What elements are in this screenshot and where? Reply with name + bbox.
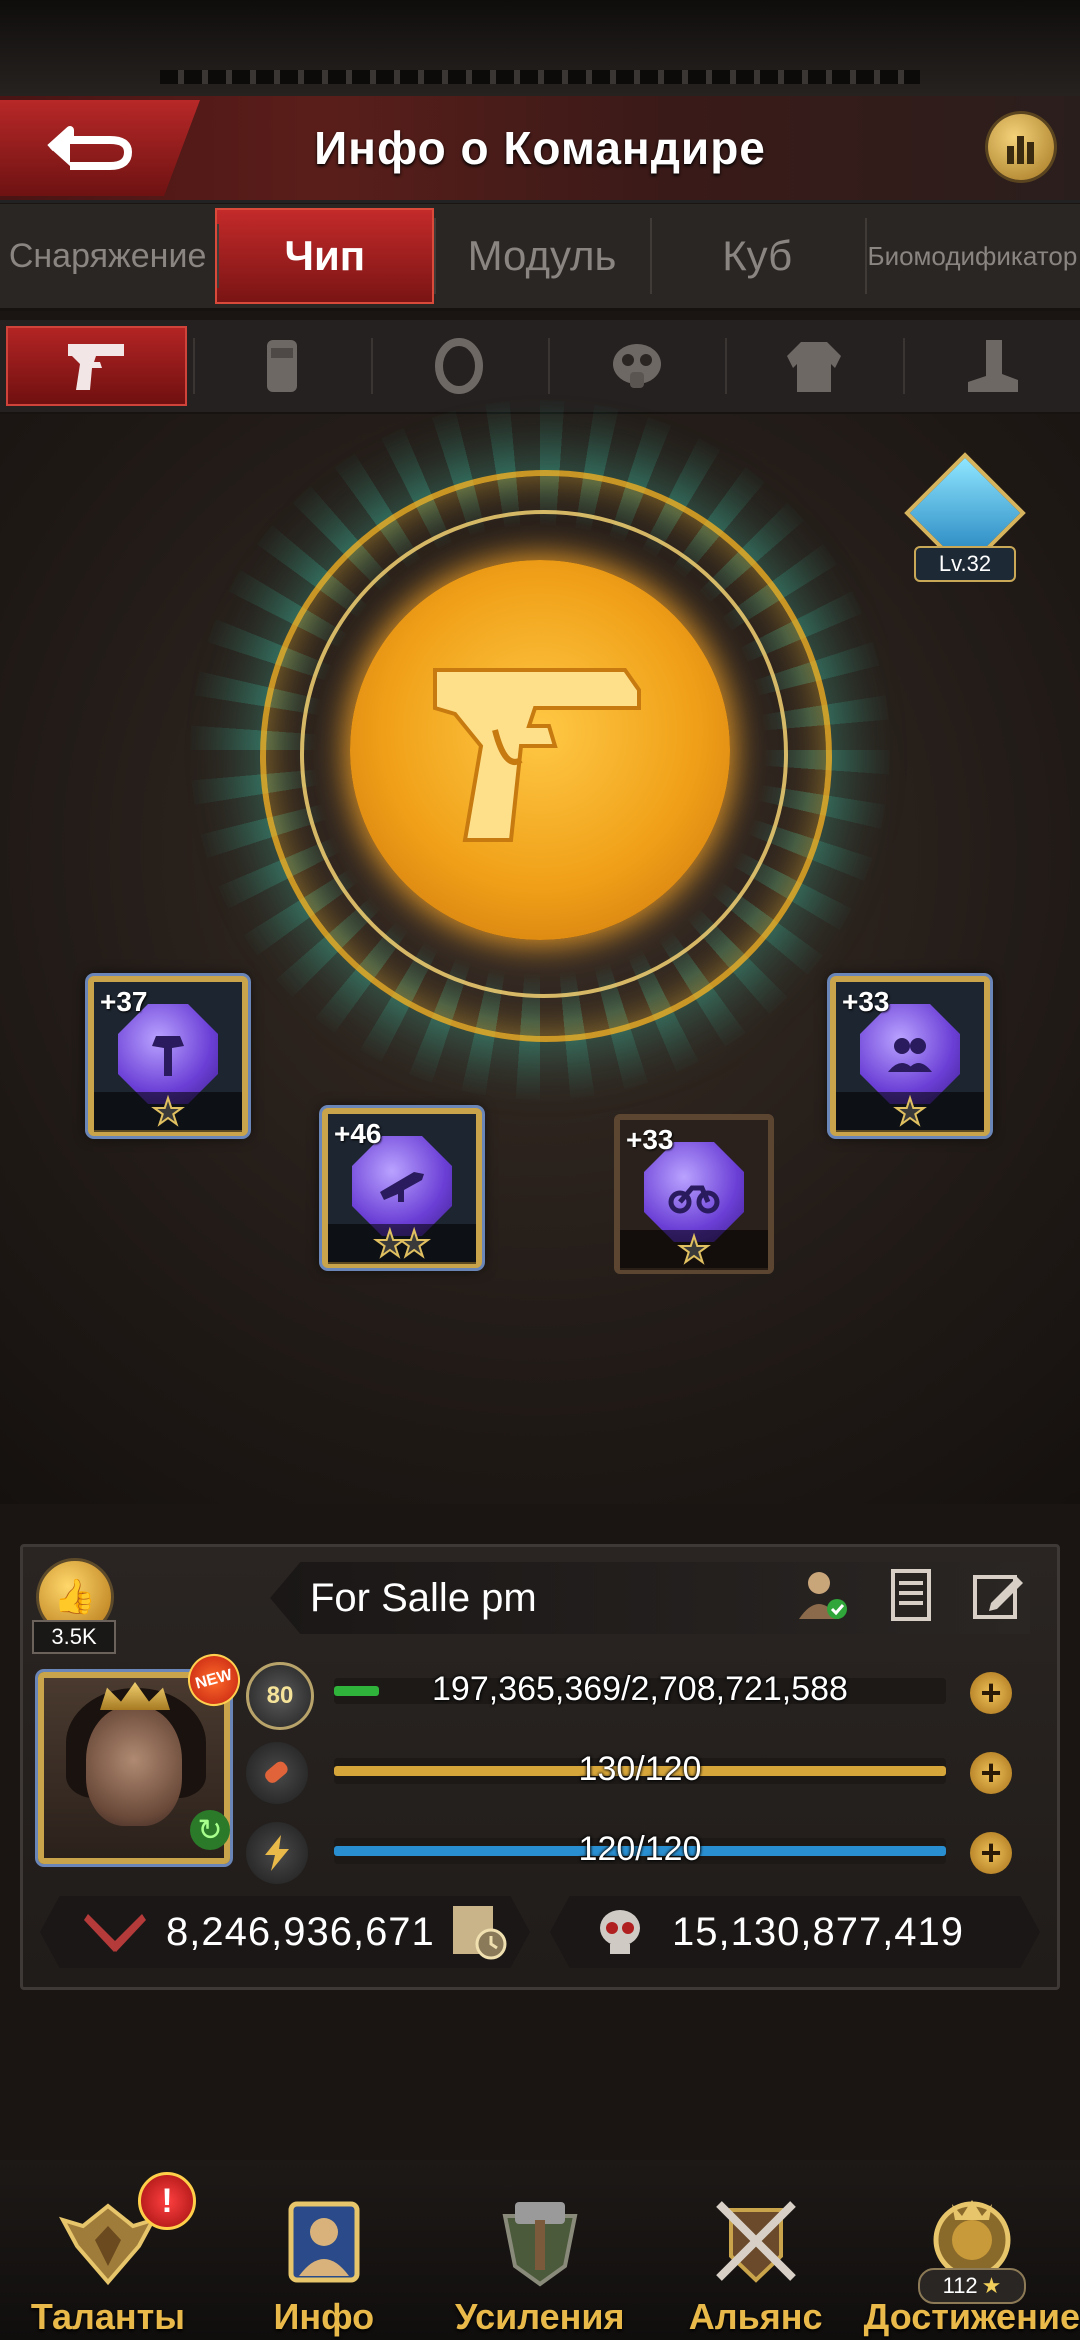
star-icon: ★ xyxy=(677,1229,711,1270)
group-icon xyxy=(860,1004,960,1104)
chip-slot[interactable]: +33 ★ xyxy=(830,976,990,1136)
jacket-icon xyxy=(786,342,841,392)
page-title: Инфо о Командире xyxy=(314,122,766,174)
energy-row: 120/120 + xyxy=(246,1822,1036,1884)
nav-alliance[interactable]: Альянс xyxy=(648,2180,864,2340)
tab-equipment[interactable]: Снаряжение xyxy=(0,204,215,308)
add-exp-button[interactable]: + xyxy=(970,1672,1012,1714)
rifle-icon xyxy=(352,1136,452,1236)
nav-label: Усиления xyxy=(454,2296,625,2337)
stats-button[interactable] xyxy=(988,114,1054,180)
profile-check-button[interactable] xyxy=(790,1562,856,1628)
tab-cube[interactable]: Куб xyxy=(649,204,865,308)
alert-badge: ! xyxy=(138,2172,196,2230)
report-clock-icon xyxy=(452,1906,507,1960)
nav-achievements[interactable]: Достижение xyxy=(864,2180,1080,2340)
add-stamina-button[interactable]: + xyxy=(970,1752,1012,1794)
chip-level: +37 xyxy=(100,986,148,1017)
hammer-shield-icon xyxy=(485,2186,595,2296)
nav-label: Инфо xyxy=(273,2296,375,2337)
nav-label: Альянс xyxy=(688,2296,823,2337)
hammer-icon xyxy=(118,1004,218,1104)
star-icon: ★ xyxy=(981,2273,1002,2298)
ring-icon xyxy=(435,338,484,394)
slot-gas-mask[interactable] xyxy=(547,320,725,412)
chip-slot[interactable]: +46 ★ ★ xyxy=(322,1108,482,1268)
crossed-swords-icon xyxy=(701,2186,811,2296)
chip-slot[interactable]: +37 ★ xyxy=(88,976,248,1136)
nav-label: Таланты xyxy=(30,2296,186,2337)
player-name: For Salle pm xyxy=(310,1575,537,1620)
chip-level: +46 xyxy=(334,1118,382,1149)
star-icon: ★ xyxy=(397,1223,431,1264)
chip-stars: ★ xyxy=(620,1230,768,1270)
slot-boot[interactable] xyxy=(902,320,1080,412)
level-badge: 80 xyxy=(246,1662,314,1730)
tab-chip[interactable]: Чип xyxy=(215,208,435,304)
lightning-icon xyxy=(246,1822,308,1884)
tab-label: Биомодификатор xyxy=(867,240,1078,271)
back-arrow-icon xyxy=(47,126,132,170)
kills-stat[interactable]: 15,130,877,419 xyxy=(550,1896,1040,1968)
tab-label: Снаряжение xyxy=(8,236,207,275)
nav-info[interactable]: Инфо xyxy=(216,2180,432,2340)
bar-chart-icon xyxy=(1007,136,1034,164)
slot-jacket[interactable] xyxy=(725,320,902,412)
slot-vest[interactable] xyxy=(193,320,370,412)
chip-stars: ★ xyxy=(836,1092,984,1132)
chip-slot[interactable]: +33 ★ xyxy=(614,1114,774,1274)
records-button[interactable] xyxy=(878,1562,944,1628)
slot-ring[interactable] xyxy=(370,320,548,412)
chip-core[interactable] xyxy=(350,560,730,940)
power-stat[interactable]: 8,246,936,671 xyxy=(40,1896,530,1968)
tab-biomodifier[interactable]: Биомодификатор xyxy=(864,204,1080,308)
chip-stars: ★ ★ xyxy=(328,1224,476,1264)
skull-icon xyxy=(600,1910,640,1954)
kills-value: 15,130,877,419 xyxy=(672,1909,965,1954)
tab-module[interactable]: Модуль xyxy=(434,204,649,308)
motorcycle-icon xyxy=(644,1142,744,1242)
achievement-count-value: 112 xyxy=(942,2273,978,2298)
exp-row: 80 197,365,369/2,708,721,588 + xyxy=(246,1662,1036,1730)
nav-boosts[interactable]: Усиления xyxy=(432,2180,648,2340)
achievement-count: 112 ★ xyxy=(918,2268,1026,2304)
gas-mask-icon xyxy=(612,344,661,388)
star-icon: ★ xyxy=(151,1091,185,1132)
chip-level: +33 xyxy=(842,986,890,1017)
slot-pistol[interactable] xyxy=(6,326,188,406)
tab-label: Куб xyxy=(722,232,793,279)
document-icon xyxy=(891,1569,931,1621)
crossed-guns-icon xyxy=(84,1914,146,1952)
vest-icon xyxy=(266,340,297,392)
tab-label: Модуль xyxy=(467,232,617,279)
pistol-icon xyxy=(67,344,124,390)
chip-stars: ★ xyxy=(94,1092,242,1132)
top-status-strip xyxy=(0,0,1080,100)
user-check-icon xyxy=(799,1572,847,1619)
chip-level: +33 xyxy=(626,1124,674,1155)
star-icon: ★ xyxy=(893,1091,927,1132)
energy-value: 120/120 xyxy=(578,1830,702,1868)
likes-count: 3.5K xyxy=(32,1620,116,1654)
edit-icon xyxy=(973,1575,1023,1619)
core-level-label: Lv.32 xyxy=(914,546,1016,582)
tab-label: Чип xyxy=(284,232,366,279)
pistol-icon xyxy=(433,668,641,842)
stamina-value: 130/120 xyxy=(578,1750,702,1788)
stamina-bottle-icon xyxy=(246,1742,308,1804)
power-value: 8,246,936,671 xyxy=(166,1909,435,1954)
commander-portrait-icon xyxy=(269,2186,379,2296)
boot-icon xyxy=(968,340,1019,392)
edit-button[interactable] xyxy=(964,1562,1030,1628)
refresh-icon[interactable]: ↻ xyxy=(190,1810,230,1850)
stamina-row: 130/120 + xyxy=(246,1742,1036,1804)
category-tabs: Снаряжение Чип Модуль Куб Биомодификатор xyxy=(0,204,1080,311)
exp-value: 197,365,369/2,708,721,588 xyxy=(432,1670,848,1708)
add-energy-button[interactable]: + xyxy=(970,1832,1012,1874)
